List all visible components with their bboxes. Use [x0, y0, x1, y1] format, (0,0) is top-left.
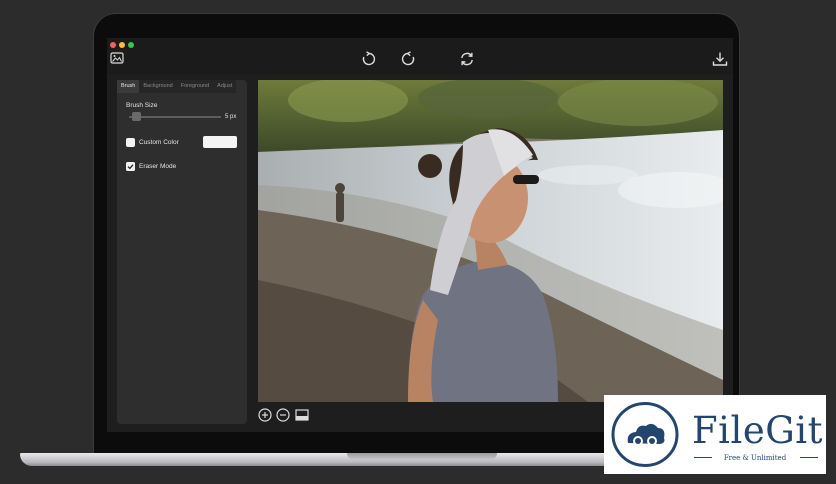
eraser-mode-checkbox[interactable]	[126, 162, 135, 171]
beach-photo	[258, 80, 723, 402]
brush-size-value: 5 px	[225, 114, 237, 120]
eraser-mode-label: Eraser Mode	[139, 163, 177, 170]
zoom-out-icon[interactable]	[276, 408, 290, 422]
rotate-left-icon[interactable]	[400, 51, 416, 67]
app-window: Brush Background Foreground Adjust Brush…	[107, 38, 733, 432]
zoom-window-button[interactable]	[128, 42, 134, 48]
watermark-title: FileGit	[692, 409, 823, 452]
watermark-tagline: Free & Unlimited	[723, 454, 787, 462]
image-icon[interactable]	[110, 52, 124, 64]
tagline-rule-right	[800, 457, 818, 458]
custom-color-label: Custom Color	[139, 139, 179, 146]
close-window-button[interactable]	[110, 42, 116, 48]
sidebar-tabs: Brush Background Foreground Adjust	[117, 80, 247, 93]
tab-brush[interactable]: Brush	[117, 80, 140, 93]
custom-color-checkbox[interactable]	[126, 138, 135, 147]
photo-canvas[interactable]	[258, 80, 723, 402]
settings-sidebar: Brush Background Foreground Adjust Brush…	[117, 80, 247, 424]
checkmark-icon	[126, 162, 135, 171]
refresh-icon[interactable]	[459, 51, 475, 67]
laptop-notch	[347, 453, 497, 460]
rotate-right-icon[interactable]	[361, 51, 377, 67]
download-icon[interactable]	[712, 51, 728, 67]
filegit-logo-icon	[611, 402, 679, 467]
minimize-window-button[interactable]	[119, 42, 125, 48]
filegit-watermark: FileGit Free & Unlimited	[604, 395, 826, 474]
tab-adjust[interactable]: Adjust	[213, 80, 237, 93]
custom-color-swatch[interactable]	[203, 136, 237, 148]
slider-thumb[interactable]	[132, 112, 142, 121]
brush-size-label: Brush Size	[126, 102, 158, 109]
zoom-in-icon[interactable]	[258, 408, 272, 422]
tab-background[interactable]: Background	[139, 80, 177, 93]
tab-foreground[interactable]: Foreground	[176, 80, 214, 93]
slider-track[interactable]	[129, 116, 221, 118]
fit-screen-icon[interactable]	[295, 408, 309, 422]
title-bar	[107, 38, 733, 74]
